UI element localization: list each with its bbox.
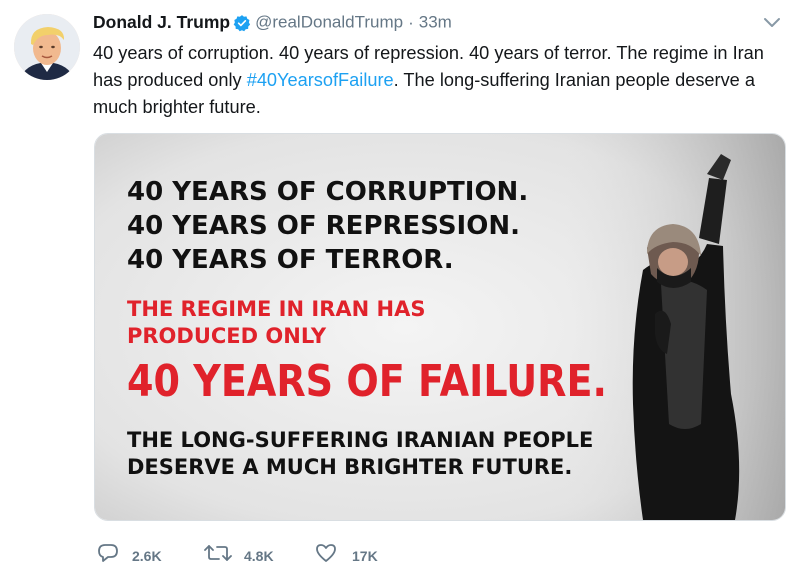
- reply-count: 2.6K: [132, 548, 162, 564]
- author-name[interactable]: Donald J. Trump: [93, 12, 230, 32]
- bottom-line-2: DESERVE A MUCH BRIGHTER FUTURE.: [127, 455, 572, 479]
- verified-badge-icon: [233, 14, 251, 31]
- red-line-2: PRODUCED ONLY: [127, 324, 327, 348]
- reply-icon: [98, 544, 118, 562]
- tweet: Donald J. Trump @realDonaldTrump · 33m 40 …: [0, 0, 808, 565]
- bottom-line-1: THE LONG-SUFFERING IRANIAN PEOPLE: [127, 428, 593, 452]
- tweet-media-image[interactable]: 40 YEARS OF CORRUPTION. 40 YEARS OF REPR…: [94, 133, 786, 521]
- hashtag-link[interactable]: #40YearsofFailure: [247, 70, 394, 90]
- retweet-icon: [204, 545, 232, 561]
- retweet-count: 4.8K: [244, 548, 274, 564]
- tweet-header: Donald J. Trump @realDonaldTrump · 33m: [93, 12, 452, 34]
- chevron-down-icon[interactable]: [762, 16, 782, 30]
- red-line-1: THE REGIME IN IRAN HAS: [127, 297, 425, 321]
- separator: ·: [408, 12, 414, 32]
- avatar[interactable]: [14, 14, 80, 80]
- tweet-text: 40 years of corruption. 40 years of repr…: [93, 40, 793, 121]
- like-icon: [316, 544, 336, 562]
- timestamp[interactable]: 33m: [419, 13, 452, 32]
- headline-line-3: 40 YEARS OF TERROR.: [127, 245, 454, 275]
- media-graphic: 40 YEARS OF CORRUPTION. 40 YEARS OF REPR…: [95, 134, 785, 520]
- big-failure-line: 40 YEARS OF FAILURE.: [127, 356, 607, 407]
- headline-line-1: 40 YEARS OF CORRUPTION.: [127, 177, 528, 207]
- avatar-portrait-icon: [14, 14, 80, 80]
- like-count: 17K: [352, 548, 378, 564]
- headline-line-2: 40 YEARS OF REPRESSION.: [127, 211, 520, 241]
- author-handle[interactable]: @realDonaldTrump: [255, 13, 403, 32]
